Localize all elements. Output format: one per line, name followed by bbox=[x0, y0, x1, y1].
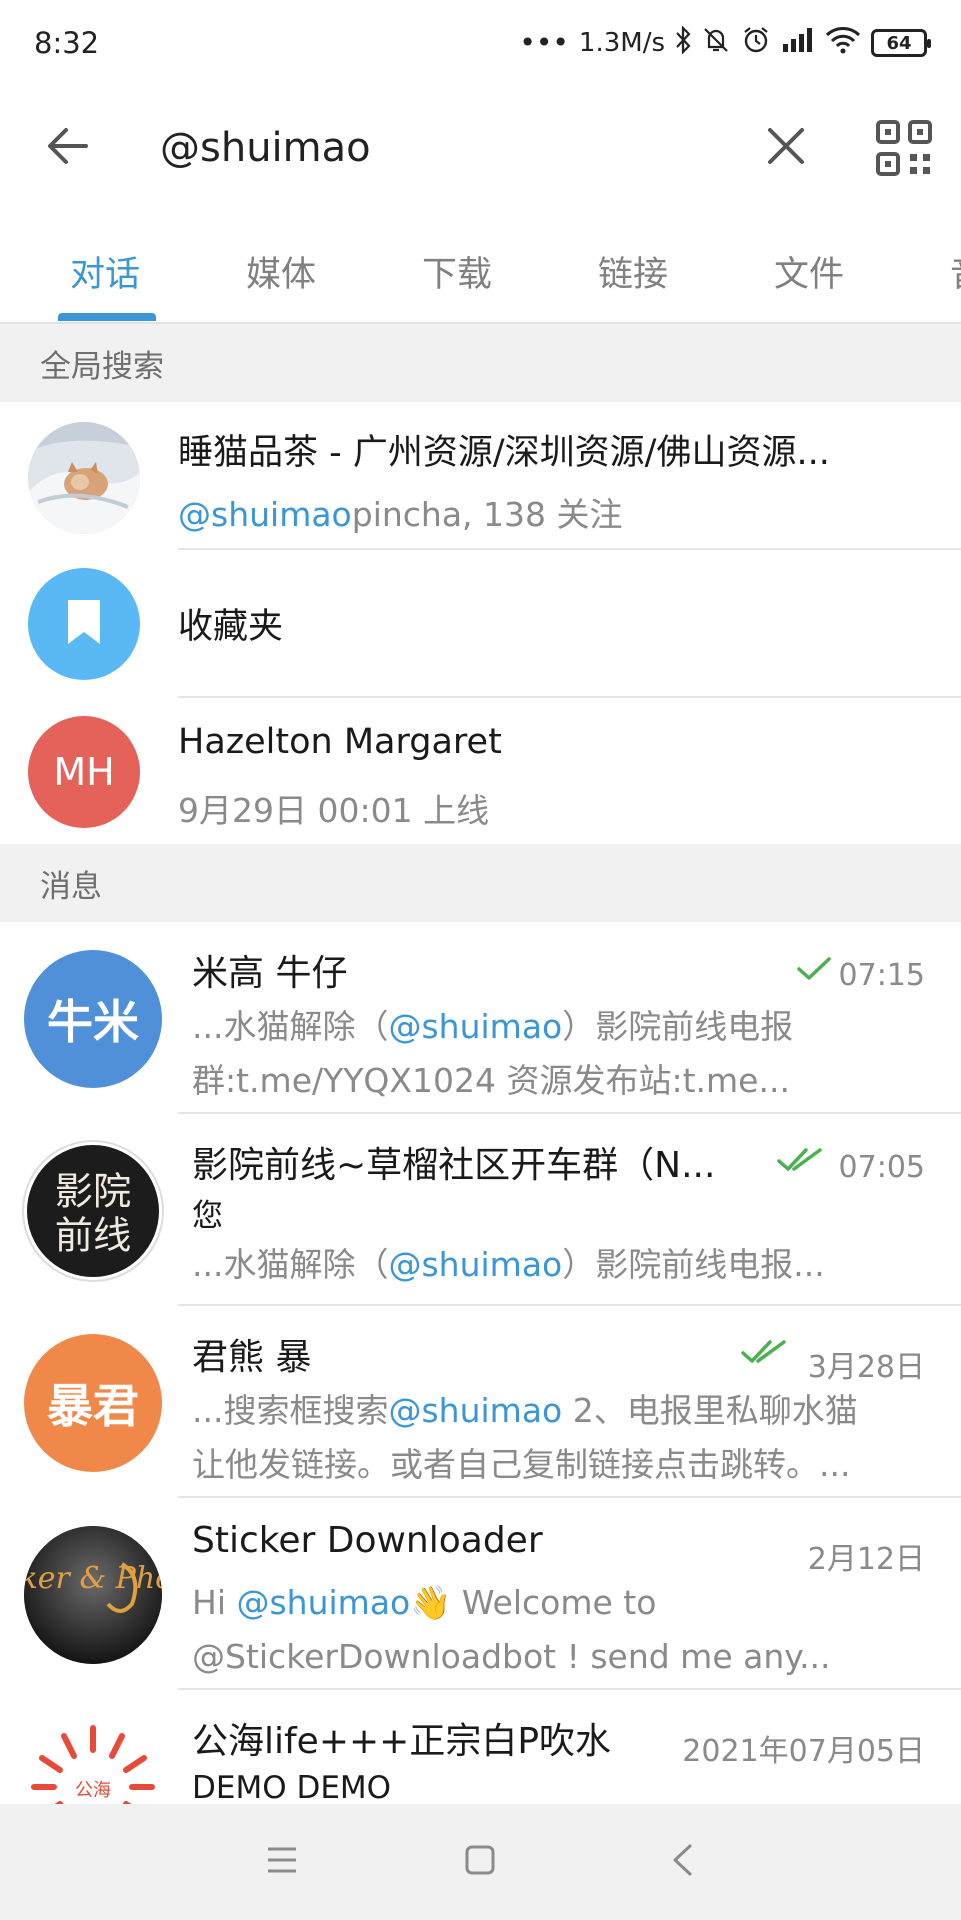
svg-text:影院: 影院 bbox=[55, 1169, 132, 1214]
section-header-global: 全局搜索 bbox=[0, 324, 961, 402]
mention-link[interactable]: @shuimao bbox=[388, 1245, 562, 1284]
message-time: 3月28日 bbox=[807, 1350, 925, 1385]
signal-icon bbox=[781, 26, 815, 61]
message-preview-line1: ...水猫解除（@shuimao）影院前线电报 bbox=[192, 1007, 794, 1046]
gonghai-logo-icon: 公海 bbox=[31, 1725, 155, 1804]
search-header bbox=[0, 86, 961, 210]
check-icon bbox=[796, 956, 832, 986]
arrow-left-icon bbox=[46, 124, 90, 172]
sticker-logo-icon: Sticker & Photo bbox=[24, 1526, 162, 1664]
mention-link[interactable]: @shuimao bbox=[388, 1391, 562, 1430]
tab-files[interactable]: 文件 bbox=[774, 246, 844, 297]
status-icons: ••• 1.3M/s 64 bbox=[519, 24, 931, 62]
avatar: 暴君 bbox=[24, 1334, 162, 1472]
cat-photo-icon bbox=[28, 422, 140, 534]
system-nav-bar bbox=[0, 1804, 961, 1920]
global-result-user[interactable]: MH Hazelton Margaret 9月29日 00:01 上线 bbox=[0, 698, 961, 844]
message-time: 07:05 bbox=[838, 1150, 925, 1185]
battery-indicator: 64 bbox=[871, 29, 931, 57]
back-chevron-icon bbox=[670, 1843, 694, 1881]
section-header-messages: 消息 bbox=[0, 844, 961, 922]
message-item[interactable]: 影院 前线 影院前线~草榴社区开车群（N... 07:05 您 ...水猫解除（… bbox=[0, 1114, 961, 1306]
message-preview-line1: ...水猫解除（@shuimao）影院前线电报... bbox=[192, 1245, 825, 1284]
menu-icon bbox=[266, 1845, 298, 1879]
message-preview-line2: 让他发链接。或者自己复制链接点击跳转。... bbox=[192, 1445, 851, 1484]
avatar: 影院 前线 bbox=[24, 1142, 162, 1280]
double-check-icon bbox=[740, 1338, 790, 1370]
tab-indicator bbox=[58, 313, 156, 321]
mention-link[interactable]: @shuimao bbox=[388, 1007, 562, 1046]
home-icon bbox=[464, 1844, 496, 1880]
svg-text:Sticker & Photo: Sticker & Photo bbox=[24, 1561, 162, 1596]
mention-link[interactable]: @shuimao bbox=[236, 1583, 410, 1622]
message-time: 2月12日 bbox=[807, 1542, 925, 1577]
global-result-channel[interactable]: 睡猫品茶 - 广州资源/深圳资源/佛山资源... @shuimaopincha,… bbox=[0, 402, 961, 550]
avatar: 公海 bbox=[24, 1718, 162, 1804]
message-item[interactable]: 暴君 君熊 暴 3月28日 ...搜索框搜索@shuimao 2、电报里私聊水猫… bbox=[0, 1306, 961, 1498]
message-preview-line2: 群:t.me/YYQX1024 资源发布站:t.me... bbox=[192, 1061, 790, 1100]
search-input[interactable] bbox=[160, 114, 740, 182]
result-title: 收藏夹 bbox=[178, 607, 284, 647]
tab-downloads[interactable]: 下载 bbox=[422, 246, 492, 297]
message-time: 2021年07月05日 bbox=[682, 1734, 925, 1769]
double-check-icon bbox=[776, 1146, 826, 1178]
global-result-saved[interactable]: 收藏夹 bbox=[0, 550, 961, 698]
bookmark-icon bbox=[64, 598, 104, 650]
message-item[interactable]: 公海 公海life+++正宗白P吹水 2021年07月05日 DEMO DEMO bbox=[0, 1690, 961, 1804]
back-button[interactable] bbox=[40, 120, 96, 176]
clear-search-button[interactable] bbox=[758, 120, 814, 176]
message-item[interactable]: 牛米 米高 牛仔 07:15 ...水猫解除（@shuimao）影院前线电报 群… bbox=[0, 922, 961, 1114]
filter-tabs: 对话 媒体 下载 链接 文件 音 bbox=[0, 210, 961, 324]
tab-media[interactable]: 媒体 bbox=[246, 246, 316, 297]
qr-code-icon bbox=[874, 120, 934, 182]
nav-menu-button[interactable] bbox=[254, 1834, 310, 1890]
alarm-icon bbox=[741, 25, 771, 62]
message-item[interactable]: Sticker & Photo Sticker Downloader 2月12日… bbox=[0, 1498, 961, 1690]
message-title: Sticker Downloader bbox=[192, 1520, 543, 1561]
mute-bell-icon bbox=[701, 25, 731, 62]
network-speed: 1.3M/s bbox=[578, 28, 665, 58]
result-subtitle: @shuimaopincha, 138 关注 bbox=[178, 488, 623, 536]
svg-text:公海: 公海 bbox=[75, 1780, 111, 1801]
nav-back-button[interactable] bbox=[654, 1834, 710, 1890]
result-subtitle-rest: pincha, 138 关注 bbox=[351, 495, 623, 534]
cinema-logo-icon: 影院 前线 bbox=[29, 1147, 157, 1275]
result-subtitle: 9月29日 00:01 上线 bbox=[178, 791, 490, 830]
message-sender: DEMO DEMO bbox=[192, 1770, 392, 1804]
tab-music[interactable]: 音 bbox=[950, 246, 961, 297]
svg-text:前线: 前线 bbox=[55, 1213, 132, 1258]
result-title: 睡猫品茶 - 广州资源/深圳资源/佛山资源... bbox=[178, 433, 830, 473]
message-preview-line1: Hi @shuimao👋 Welcome to bbox=[192, 1583, 657, 1622]
avatar: 牛米 bbox=[24, 950, 162, 1088]
status-time: 8:32 bbox=[34, 26, 100, 60]
waving-hand-emoji: 👋 bbox=[410, 1583, 452, 1622]
message-title: 米高 牛仔 bbox=[192, 953, 348, 994]
nav-home-button[interactable] bbox=[452, 1834, 508, 1890]
message-preview-line1: ...搜索框搜索@shuimao 2、电报里私聊水猫 bbox=[192, 1391, 858, 1430]
message-title: 公海life+++正宗白P吹水 bbox=[192, 1721, 612, 1762]
avatar bbox=[28, 422, 140, 534]
message-sender: 您 bbox=[192, 1198, 223, 1234]
close-icon bbox=[766, 126, 806, 170]
message-title: 君熊 暴 bbox=[192, 1337, 312, 1378]
message-preview-line2: @StickerDownloadbot ! send me any... bbox=[192, 1637, 831, 1676]
avatar: Sticker & Photo bbox=[24, 1526, 162, 1664]
avatar bbox=[28, 568, 140, 680]
more-dots-icon: ••• bbox=[519, 26, 569, 59]
qr-code-button[interactable] bbox=[874, 118, 934, 178]
message-time: 07:15 bbox=[838, 958, 925, 993]
message-title: 影院前线~草榴社区开车群（N... bbox=[192, 1145, 716, 1186]
status-bar: 8:32 ••• 1.3M/s 64 bbox=[0, 0, 961, 86]
tab-links[interactable]: 链接 bbox=[598, 246, 668, 297]
result-title: Hazelton Margaret bbox=[178, 722, 502, 762]
tab-chats[interactable]: 对话 bbox=[70, 246, 140, 297]
mention-link[interactable]: @shuimao bbox=[178, 495, 352, 534]
avatar: MH bbox=[28, 716, 140, 828]
wifi-icon bbox=[825, 26, 861, 61]
bluetooth-icon bbox=[675, 24, 691, 61]
